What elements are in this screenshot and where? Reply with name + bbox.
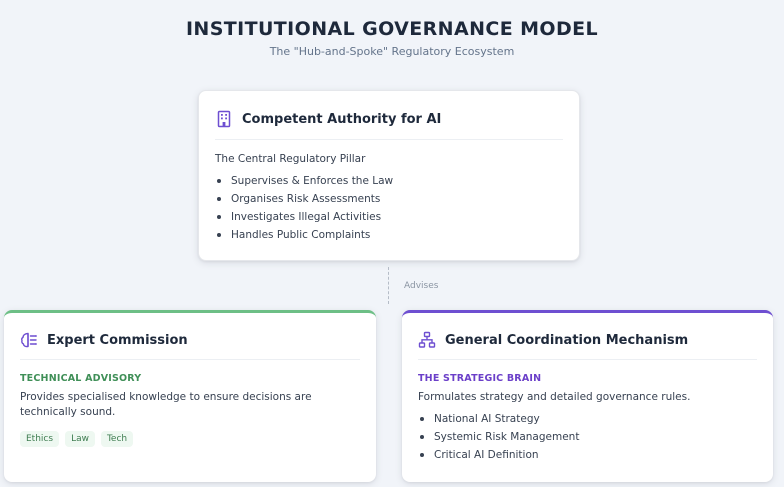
advises-connector xyxy=(388,267,389,304)
chip-ethics: Ethics xyxy=(20,431,60,447)
expert-title: Expert Commission xyxy=(47,332,188,348)
advises-label: Advises xyxy=(404,281,439,291)
authority-list: Supervises & Enforces the Law Organises … xyxy=(215,172,563,244)
authority-subtitle: The Central Regulatory Pillar xyxy=(215,153,366,165)
authority-card-header: Competent Authority for AI xyxy=(215,91,563,140)
page-title: INSTITUTIONAL GOVERNANCE MODEL xyxy=(185,18,599,40)
coordination-card-header: General Coordination Mechanism xyxy=(418,313,757,360)
list-item: National AI Strategy xyxy=(418,410,757,428)
expert-description: Provides specialised knowledge to ensure… xyxy=(20,391,312,418)
list-item: Organises Risk Assessments xyxy=(215,190,563,208)
list-item: Supervises & Enforces the Law xyxy=(215,172,563,190)
coordination-description: Formulates strategy and detailed governa… xyxy=(418,391,691,403)
building-icon xyxy=(215,110,233,128)
authority-title: Competent Authority for AI xyxy=(242,111,442,127)
network-icon xyxy=(418,331,436,349)
list-item: Investigates Illegal Activities xyxy=(215,208,563,226)
expert-commission-card: Expert Commission TECHNICAL ADVISORY Pro… xyxy=(4,310,376,482)
authority-card: Competent Authority for AI The Central R… xyxy=(198,90,580,261)
expert-chips: Ethics Law Tech xyxy=(20,431,360,447)
coordination-card: General Coordination Mechanism THE STRAT… xyxy=(402,310,773,482)
header: INSTITUTIONAL GOVERNANCE MODEL The "Hub-… xyxy=(0,18,784,58)
page-subtitle: The "Hub-and-Spoke" Regulatory Ecosystem xyxy=(269,45,515,58)
coordination-list: National AI Strategy Systemic Risk Manag… xyxy=(418,410,757,464)
chip-law: Law xyxy=(65,431,95,447)
list-item: Critical AI Definition xyxy=(418,446,757,464)
list-item: Handles Public Complaints xyxy=(215,226,563,244)
coordination-title: General Coordination Mechanism xyxy=(445,332,689,348)
coordination-tag: THE STRATEGIC BRAIN xyxy=(418,373,542,384)
brain-icon xyxy=(20,331,38,349)
expert-tag: TECHNICAL ADVISORY xyxy=(20,373,142,384)
list-item: Systemic Risk Management xyxy=(418,428,757,446)
chip-tech: Tech xyxy=(100,431,134,447)
expert-card-header: Expert Commission xyxy=(20,313,360,360)
